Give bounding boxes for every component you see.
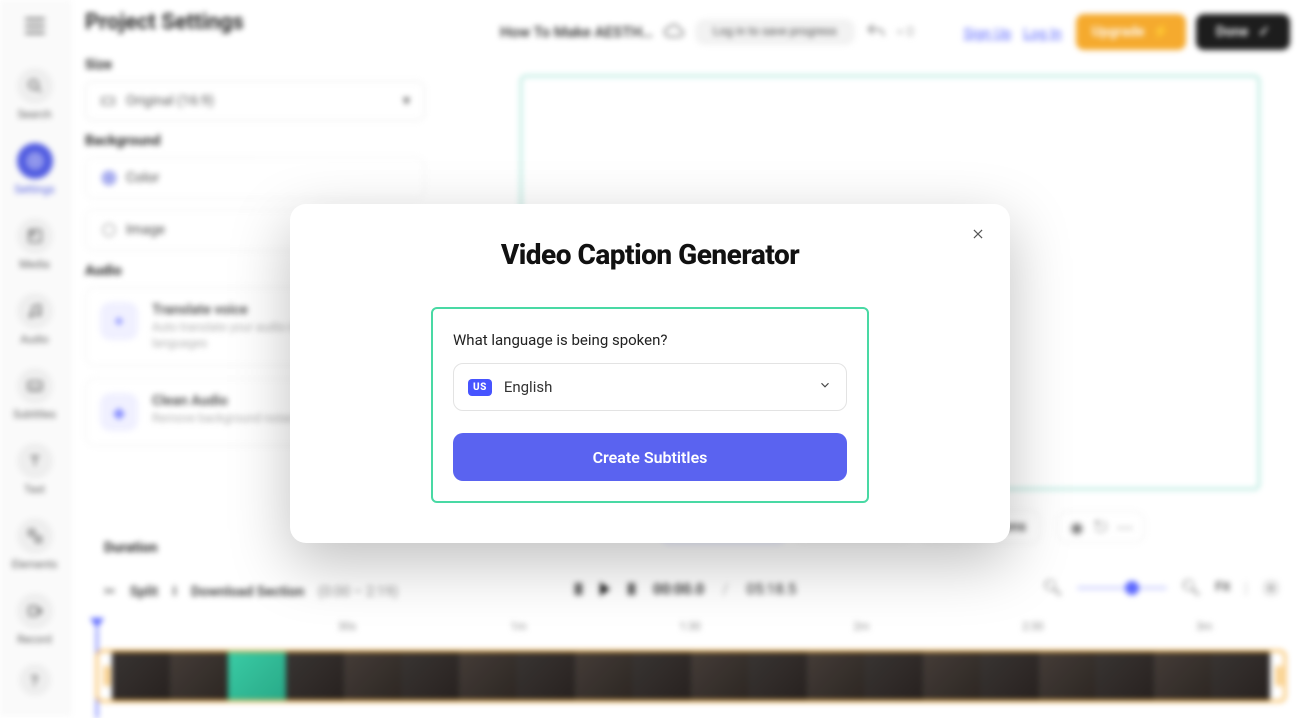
modal-question: What language is being spoken? [453,331,847,349]
modal-body: What language is being spoken? US Englis… [431,307,869,503]
flag-icon: US [468,379,492,396]
create-subtitles-button[interactable]: Create Subtitles [453,433,847,481]
language-value: English [504,378,553,396]
close-button[interactable] [968,224,988,244]
language-select[interactable]: US English [453,363,847,411]
create-label: Create Subtitles [593,448,708,467]
chevron-down-icon [818,378,832,396]
modal-title: Video Caption Generator [326,238,974,271]
caption-modal: Video Caption Generator What language is… [290,204,1010,543]
